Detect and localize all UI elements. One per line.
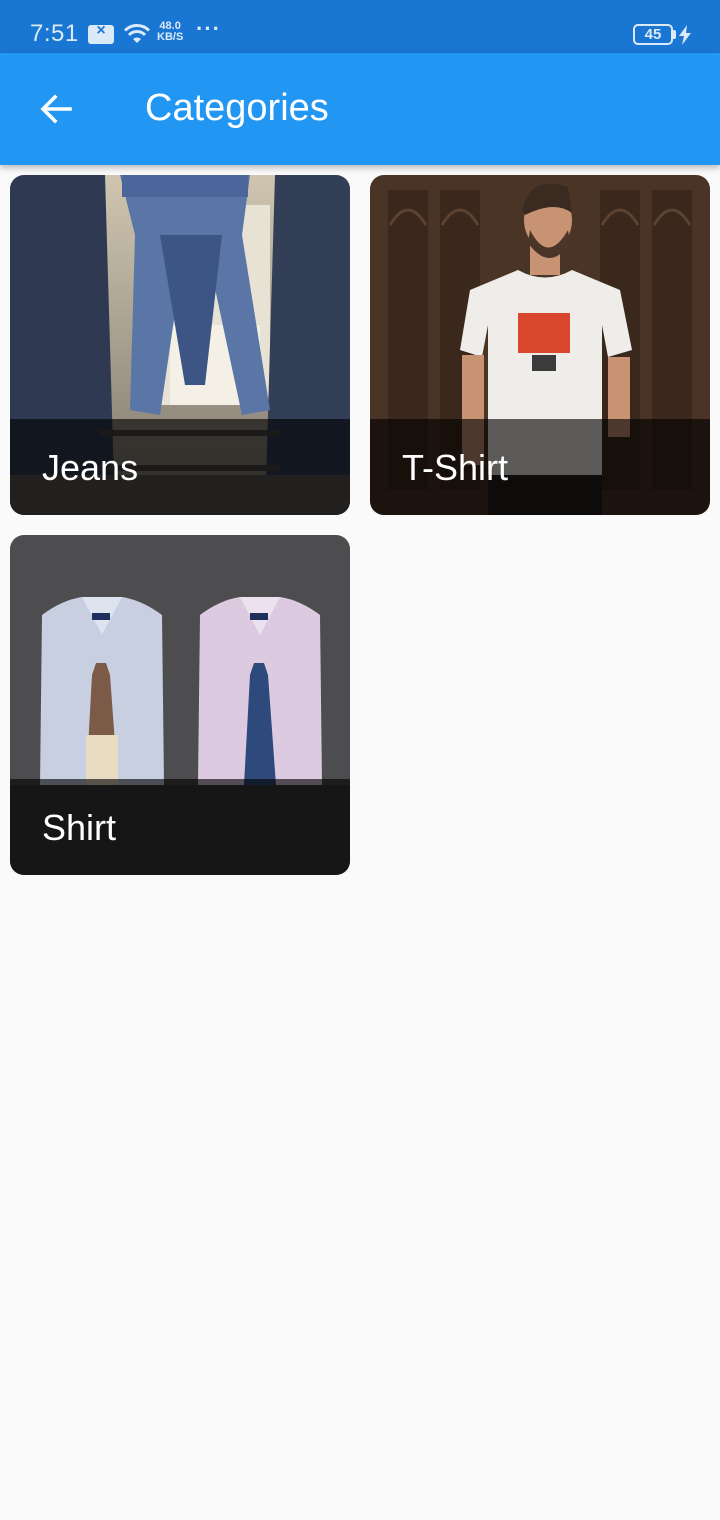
more-notifications-icon: ··· [196, 16, 221, 41]
category-label: Shirt [42, 807, 117, 848]
category-card-jeans[interactable]: Jeans [10, 175, 350, 515]
battery-icon: 45 [633, 24, 673, 45]
battery-tip [673, 30, 676, 39]
category-grid: Jeans T-Shirt Shirt [10, 175, 710, 875]
category-caption: Shirt [10, 779, 350, 875]
wifi-icon [123, 24, 151, 43]
category-label: T-Shirt [402, 447, 509, 488]
status-bar: 7:51 × 48.0 KB/S ··· 45 [0, 0, 720, 53]
category-card-shirt[interactable]: Shirt [10, 535, 350, 875]
app-bar: Categories [0, 53, 720, 165]
category-caption: Jeans [10, 419, 350, 515]
category-label: Jeans [42, 447, 139, 488]
status-time: 7:51 [30, 20, 79, 47]
category-card-tshirt[interactable]: T-Shirt [370, 175, 710, 515]
category-caption: T-Shirt [370, 419, 710, 515]
page-title: Categories [145, 87, 329, 129]
back-button[interactable] [28, 81, 84, 137]
notification-x-icon: × [88, 22, 114, 44]
network-speed: 48.0 KB/S [157, 21, 183, 43]
charging-bolt-icon [679, 25, 691, 45]
arrow-back-icon [40, 94, 72, 124]
speed-unit: KB/S [157, 31, 184, 43]
